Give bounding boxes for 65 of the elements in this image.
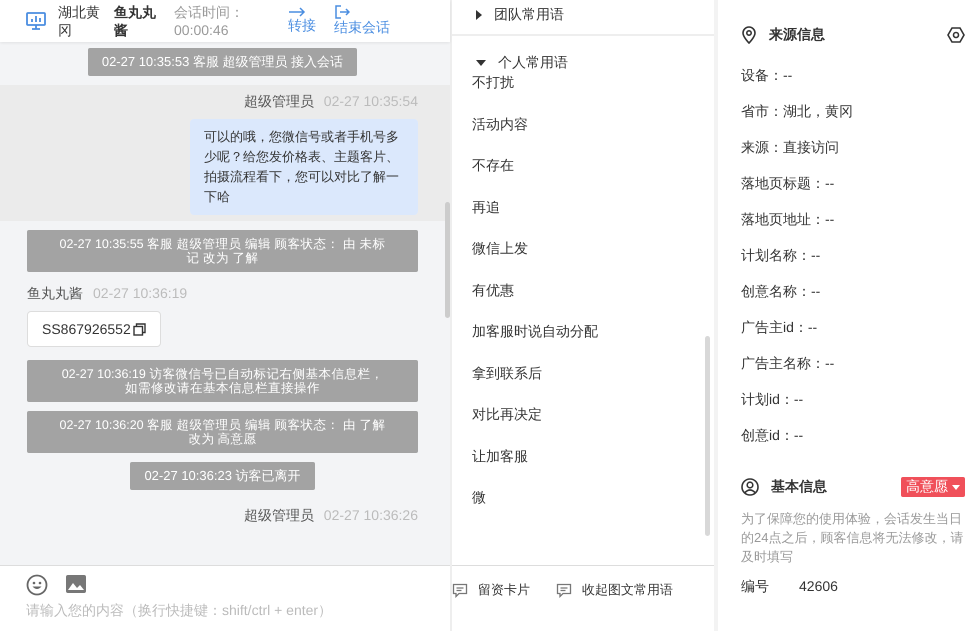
phrase-item[interactable]: 加客服时说自动分配	[472, 321, 714, 341]
sender-name: 鱼丸丸酱	[27, 285, 83, 303]
exit-icon	[334, 5, 350, 19]
message-text: SS867926552	[42, 321, 131, 337]
field-label: 编号	[741, 578, 769, 596]
notice-line: 02-27 10:36:20 客服 超级管理员 编辑 顾客状态： 由 了解	[60, 418, 386, 432]
info-line: 来源：直接访问	[741, 138, 839, 157]
caret-icon	[952, 484, 960, 490]
info-line: 设备：--	[741, 66, 792, 85]
emoji-icon[interactable]	[26, 574, 48, 596]
info-line: 广告主id：--	[741, 318, 818, 337]
lead-card-button[interactable]: 留资卡片	[452, 578, 530, 602]
notice-line: 记 改为 了解	[186, 251, 258, 265]
visitor-location: 湖北黄冈	[58, 3, 101, 39]
info-line: 创意id：--	[741, 426, 804, 445]
system-notice: 02-27 10:35:53 客服 超级管理员 接入会话	[88, 48, 358, 76]
phrase-item[interactable]: 对比再决定	[472, 404, 714, 424]
phrase-item[interactable]: 不打扰	[472, 72, 714, 92]
info-line: 创意名称：--	[741, 282, 820, 301]
field-value: 42606	[799, 578, 838, 596]
system-notice: 02-27 10:36:23 访客已离开	[130, 462, 315, 490]
agent-message-bubble: 可以的哦，您微信号或者手机号多少呢？给您发价格表、主题客片、拍摄流程看下，您可以对比了解一下哈	[190, 119, 418, 215]
scrollbar-thumb[interactable]	[445, 202, 450, 318]
info-line: 计划id：--	[741, 390, 804, 409]
sender-name: 超级管理员	[244, 93, 314, 111]
info-line: 落地页标题：--	[741, 174, 834, 193]
duration-value: 00:00:46	[174, 21, 230, 39]
message-time: 02-27 10:36:19	[93, 285, 188, 303]
section-title: 基本信息	[771, 478, 828, 496]
info-line: 落地页地址：--	[741, 210, 834, 229]
notice-line: 改为 高意愿	[188, 432, 257, 446]
comment-icon	[452, 582, 468, 598]
phrase-group-toggle[interactable]: 个人常用语	[472, 54, 568, 72]
phrase-item[interactable]: 再追	[472, 196, 714, 216]
info-line: 广告主名称：--	[741, 354, 834, 373]
phrase-item[interactable]: 活动内容	[472, 114, 714, 134]
sender-name: 超级管理员	[244, 507, 314, 525]
duration-label: 会话时间：	[174, 3, 245, 21]
notice-line: 02-27 10:36:19 访客微信号已自动标记右侧基本信息栏，	[62, 367, 384, 381]
image-icon[interactable]	[65, 574, 87, 594]
comment-icon	[556, 582, 572, 598]
copy-icon[interactable]	[132, 322, 146, 336]
notice-line: 如需修改请在基本信息栏直接操作	[125, 381, 320, 395]
phrase-item[interactable]: 让加客服	[472, 446, 714, 466]
notice-text: 为了保障您的使用体验，会话发生当日的24点之后，顾客信息将无法修改，请及时填写	[741, 510, 964, 566]
visitor-name: 鱼丸丸酱	[114, 3, 157, 39]
phrase-item[interactable]: 微	[472, 487, 714, 507]
phrase-item[interactable]: 不存在	[472, 155, 714, 175]
phrase-item[interactable]: 有优惠	[472, 280, 714, 300]
scrollbar-thumb[interactable]	[705, 336, 710, 536]
user-icon	[741, 478, 759, 496]
section-title: 来源信息	[769, 26, 826, 44]
status-dropdown[interactable]: 高意愿	[901, 477, 965, 497]
phrase-group-toggle[interactable]: 团队常用语	[472, 6, 564, 24]
monitor-chart-icon	[26, 12, 46, 30]
settings-icon[interactable]	[947, 27, 965, 43]
info-line: 省市：湖北，黄冈	[741, 102, 853, 121]
notice-line: 02-27 10:35:55 客服 超级管理员 编辑 顾客状态： 由 未标	[60, 237, 386, 251]
location-pin-icon	[741, 26, 757, 44]
phrase-item[interactable]: 拿到联系后	[472, 362, 714, 382]
info-line: 计划名称：--	[741, 246, 820, 265]
phrase-item[interactable]: 微信上发	[472, 238, 714, 258]
message-time: 02-27 10:36:26	[324, 507, 418, 525]
arrow-right-icon	[288, 7, 306, 17]
collapse-phrases-button[interactable]: 收起图文常用语	[556, 578, 673, 602]
